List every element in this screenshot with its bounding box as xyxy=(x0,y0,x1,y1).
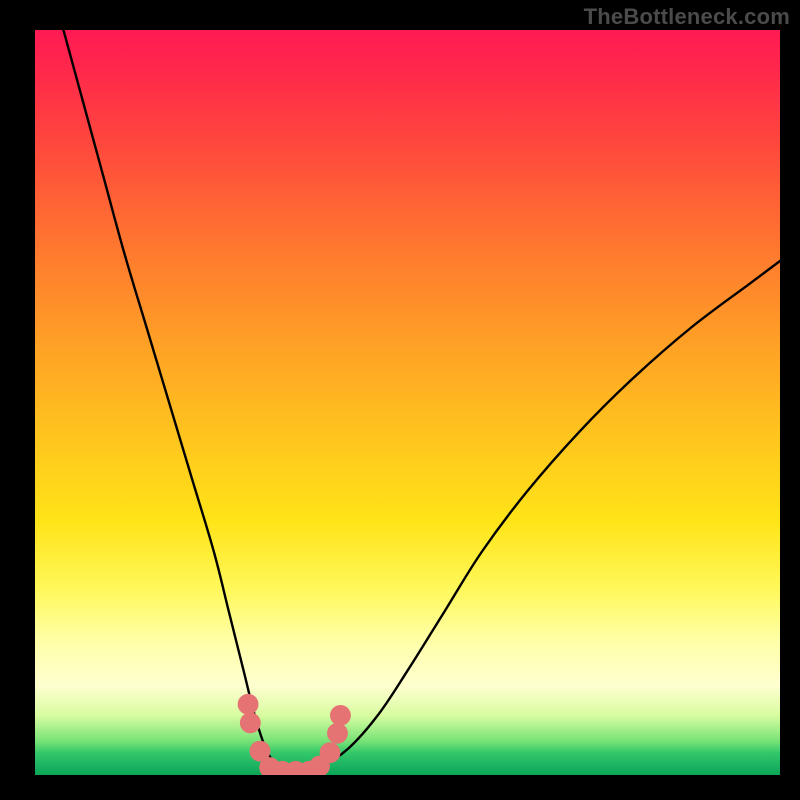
marker-dot xyxy=(320,742,341,763)
chart-overlay xyxy=(35,30,780,775)
chart-frame: TheBottleneck.com xyxy=(0,0,800,800)
marker-dot xyxy=(238,694,259,715)
marker-dot xyxy=(327,723,348,744)
watermark-label: TheBottleneck.com xyxy=(584,4,790,30)
bottom-markers xyxy=(238,694,351,775)
marker-dot xyxy=(330,705,351,726)
marker-dot xyxy=(240,712,261,733)
plot-area xyxy=(35,30,780,775)
bottleneck-curve xyxy=(57,30,780,773)
